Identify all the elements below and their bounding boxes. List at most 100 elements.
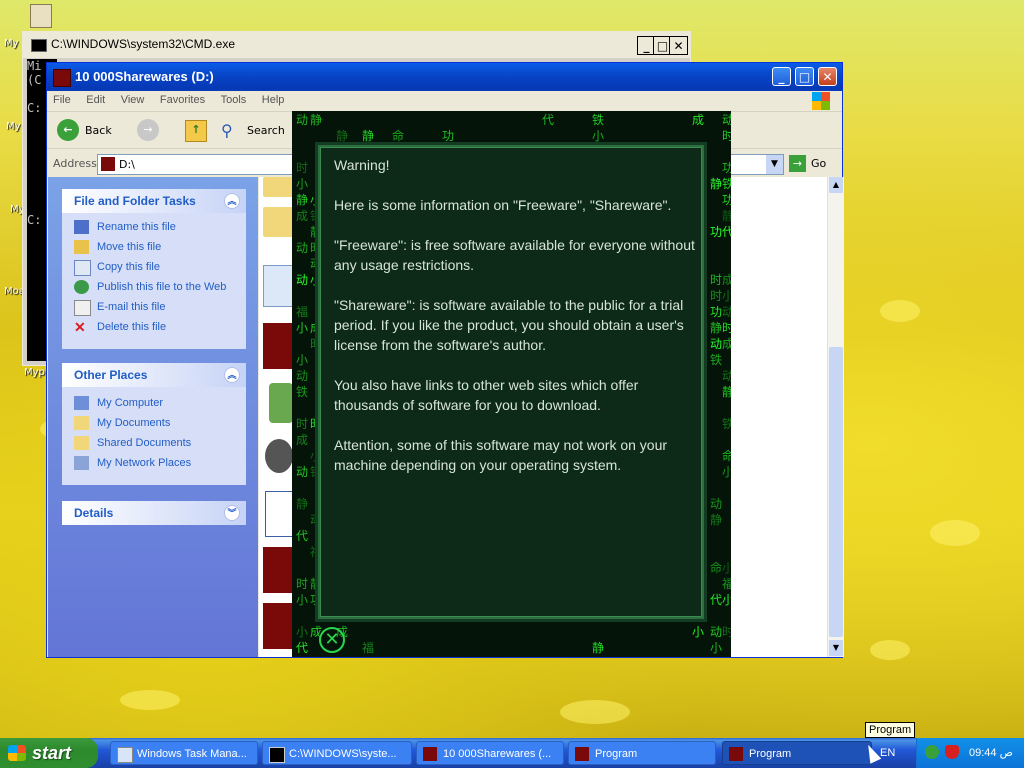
matrix-glyph: 成 <box>722 273 731 287</box>
details-panel: Details ︾ <box>62 501 246 525</box>
console-icon <box>269 747 285 763</box>
rename-file-link[interactable]: Rename this file <box>62 217 246 237</box>
minimize-button[interactable]: _ <box>772 67 791 86</box>
vertical-scrollbar[interactable]: ▲ ▼ <box>827 177 844 657</box>
link-label: E-mail this file <box>97 301 166 313</box>
menu-tools[interactable]: Tools <box>215 91 253 109</box>
menu-edit[interactable]: Edit <box>80 91 111 109</box>
taskbar-button-program[interactable]: Program <box>568 741 716 765</box>
matrix-glyph: 铁 <box>722 177 731 191</box>
file-folder-tasks-panel: File and Folder Tasks ︽ Rename this file… <box>62 189 246 349</box>
setup-file-icon[interactable] <box>263 265 295 307</box>
matrix-glyph: 功 <box>442 129 455 143</box>
move-file-link[interactable]: Move this file <box>62 237 246 257</box>
publish-file-link[interactable]: Publish this file to the Web <box>62 277 246 297</box>
cmd-title: C:\WINDOWS\system32\CMD.exe <box>51 37 236 51</box>
program-file-icon[interactable] <box>263 603 293 649</box>
rename-icon <box>74 220 89 234</box>
taskbar-button-label: Program <box>749 748 792 760</box>
my-documents-link[interactable]: My Documents <box>62 413 246 433</box>
matrix-glyph: 动 <box>710 655 722 657</box>
link-label: My Computer <box>97 397 164 409</box>
installer-file-icon[interactable] <box>269 383 293 423</box>
taskbar-button-task-manager[interactable]: Windows Task Mana... <box>110 741 258 765</box>
taskbar-button-cmd[interactable]: C:\WINDOWS\syste... <box>262 741 412 765</box>
go-button[interactable]: → Go <box>789 155 829 173</box>
shield-icon[interactable] <box>945 745 959 759</box>
scroll-up-arrow-icon[interactable]: ▲ <box>829 177 843 193</box>
scroll-thumb[interactable] <box>829 347 843 637</box>
shareware-info-popup[interactable]: 动时小静成动动福小小动铁时成动静代时小小代功静小铁静时动小成时时小铁动福静功成静… <box>292 111 731 657</box>
close-popup-icon[interactable]: ✕ <box>319 627 345 653</box>
matrix-glyph: 动 <box>722 305 731 319</box>
go-label: Go <box>811 157 827 170</box>
copy-file-link[interactable]: Copy this file <box>62 257 246 277</box>
matrix-glyph: 时 <box>296 161 309 175</box>
maximize-button[interactable]: □ <box>795 67 814 86</box>
shared-documents-link[interactable]: Shared Documents <box>62 433 246 453</box>
scroll-down-arrow-icon[interactable]: ▼ <box>829 640 843 656</box>
menu-file[interactable]: File <box>47 91 77 109</box>
my-computer-link[interactable]: My Computer <box>62 393 246 413</box>
matrix-glyph: 时 <box>710 289 723 303</box>
back-arrow-icon: ← <box>57 119 79 141</box>
desktop-file-icon[interactable] <box>30 4 52 28</box>
taskbar-button-explorer[interactable]: 10 000Sharewares (... <box>416 741 564 765</box>
windows-flag-icon <box>8 745 26 761</box>
menu-help[interactable]: Help <box>256 91 291 109</box>
matrix-glyph: 代 <box>722 225 731 239</box>
matrix-glyph: 小 <box>296 353 309 367</box>
panel-header[interactable]: Details ︾ <box>62 501 246 525</box>
cmd-titlebar[interactable]: C:\WINDOWS\system32\CMD.exe _ □ ✕ <box>23 32 690 58</box>
forward-button[interactable]: → <box>137 119 159 141</box>
go-arrow-icon: → <box>789 155 806 172</box>
desktop-icon-label[interactable]: Myp <box>24 367 45 378</box>
network-tray-icon[interactable] <box>925 745 939 759</box>
matrix-glyph: 代 <box>710 593 723 607</box>
chevron-up-icon[interactable]: ︽ <box>224 193 240 209</box>
search-button[interactable]: ⚲ Search <box>219 119 289 143</box>
desktop-icon-label[interactable]: My <box>4 38 19 49</box>
panel-header[interactable]: File and Folder Tasks ︽ <box>62 189 246 213</box>
link-label: Publish this file to the Web <box>97 281 227 293</box>
panel-title: Other Places <box>74 368 148 382</box>
matrix-glyph: 铁 <box>592 113 605 127</box>
search-icon: ⚲ <box>221 121 233 140</box>
panel-header[interactable]: Other Places ︽ <box>62 363 246 387</box>
menu-favorites[interactable]: Favorites <box>154 91 211 109</box>
back-button[interactable]: ← Back <box>57 119 117 143</box>
close-button[interactable]: ✕ <box>818 67 837 86</box>
matrix-glyph: 功 <box>722 161 731 175</box>
matrix-glyph: 福 <box>722 577 731 591</box>
system-tray: 09:44 ص <box>916 738 1024 768</box>
language-indicator[interactable]: EN <box>880 747 895 759</box>
email-file-link[interactable]: E-mail this file <box>62 297 246 317</box>
drive-icon <box>423 747 437 761</box>
delete-file-link[interactable]: ✕ Delete this file <box>62 317 246 337</box>
taskbar-button-program-active[interactable]: Program <box>722 741 872 765</box>
copy-icon <box>74 260 91 276</box>
shareware-paragraph: "Shareware": is software available to th… <box>334 297 684 353</box>
matrix-glyph: 静 <box>296 497 309 511</box>
my-network-places-link[interactable]: My Network Places <box>62 453 246 473</box>
up-folder-button[interactable]: ↑ <box>185 120 207 142</box>
close-button[interactable]: ✕ <box>669 36 688 55</box>
start-button[interactable]: start <box>0 738 98 768</box>
program-file-icon[interactable] <box>263 323 293 369</box>
matrix-glyph: 福 <box>296 305 309 319</box>
chevron-up-icon[interactable]: ︽ <box>224 367 240 383</box>
folder-icon[interactable] <box>263 177 293 197</box>
clock[interactable]: 09:44 ص <box>969 746 1013 759</box>
explorer-titlebar[interactable]: 10 000Sharewares (D:) _ □ ✕ <box>47 63 842 91</box>
folder-icon[interactable] <box>263 207 293 237</box>
chevron-down-icon[interactable]: ︾ <box>224 505 240 521</box>
chevron-down-icon[interactable]: ▼ <box>766 155 783 174</box>
envelope-icon <box>74 300 91 316</box>
program-file-icon[interactable] <box>263 547 293 593</box>
matrix-glyph: 静 <box>310 113 323 127</box>
menu-view[interactable]: View <box>115 91 151 109</box>
documents-folder-icon <box>74 416 89 430</box>
document-file-icon[interactable] <box>265 491 295 537</box>
matrix-glyph: 成 <box>722 337 731 351</box>
cd-file-icon[interactable] <box>265 439 293 473</box>
